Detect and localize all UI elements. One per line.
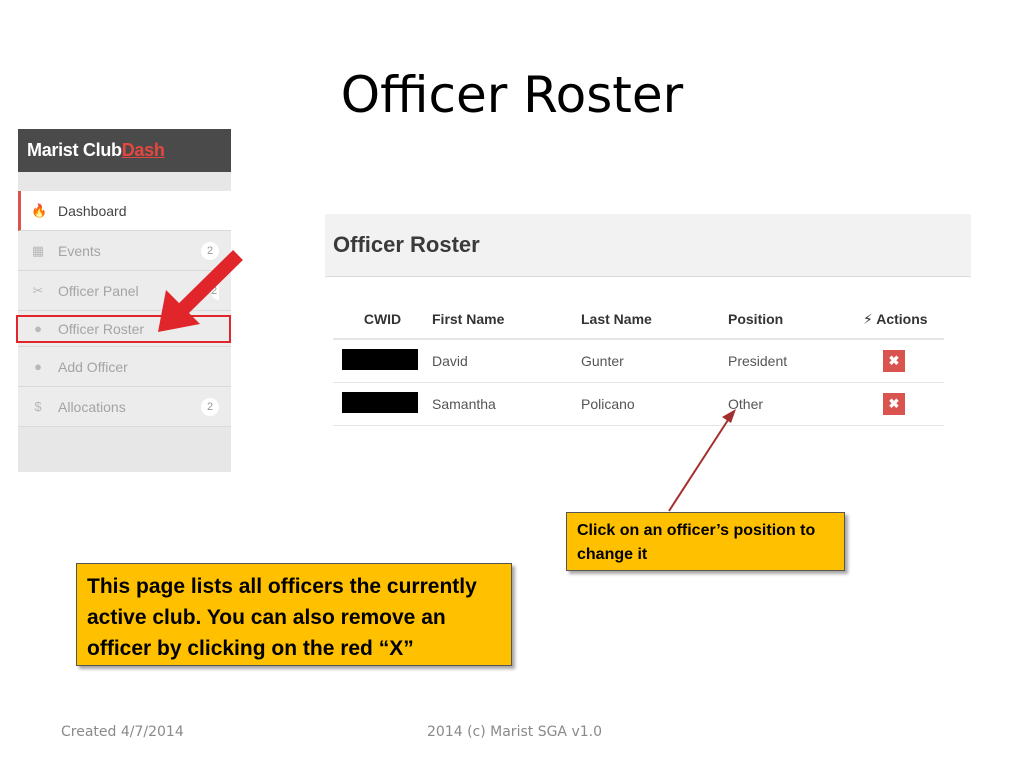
sidebar-item-label: Add Officer (58, 358, 128, 375)
officer-roster-table: CWID First Name Last Name Position ⚡ Act… (333, 300, 944, 426)
first-name-cell: David (432, 339, 581, 383)
brand-accent: Dash (121, 140, 165, 160)
position-cell[interactable]: President (728, 339, 863, 383)
column-header-actions: ⚡ Actions (863, 300, 944, 340)
officer-panel-count-badge: 2 (211, 282, 219, 300)
sidebar-item-dashboard[interactable]: 🔥 Dashboard (18, 191, 231, 231)
sidebar-item-allocations[interactable]: $ Allocations 2 (18, 387, 231, 427)
slide-title: Officer Roster (340, 66, 684, 124)
panel-title: Officer Roster (333, 232, 480, 257)
sidebar-item-events[interactable]: ▦ Events 2 (18, 231, 231, 271)
column-header-position: Position (728, 300, 863, 340)
position-callout: Click on an officer’s position to change… (566, 512, 845, 571)
sidebar: Marist ClubDash 🔥 Dashboard ▦ Events 2 ✂… (18, 129, 231, 472)
delete-officer-button[interactable]: ✖ (883, 350, 905, 372)
table-header-row: CWID First Name Last Name Position ⚡ Act… (333, 300, 944, 340)
officer-roster-highlight (16, 315, 231, 343)
last-name-cell: Gunter (581, 339, 728, 383)
column-header-first-name: First Name (432, 300, 581, 340)
actions-label: Actions (876, 310, 928, 327)
bolt-icon: ⚡ (863, 310, 873, 327)
column-header-last-name: Last Name (581, 300, 728, 340)
delete-officer-button[interactable]: ✖ (883, 393, 905, 415)
brand-logo[interactable]: Marist ClubDash (18, 129, 231, 172)
table-row: David Gunter President ✖ (333, 339, 944, 383)
first-name-cell: Samantha (432, 382, 581, 426)
dollar-icon: $ (34, 399, 42, 414)
footer-created-date: Created 4/7/2014 (61, 724, 184, 740)
sidebar-item-label: Events (58, 242, 101, 259)
brand-main: Marist Club (27, 140, 122, 160)
wrench-icon: ✂ (32, 282, 44, 298)
last-name-cell: Policano (581, 382, 728, 426)
position-cell[interactable]: Other (728, 382, 863, 426)
panel-header: Officer Roster (325, 214, 971, 277)
column-header-cwid: CWID (333, 300, 432, 340)
events-count-badge: 2 (201, 242, 219, 260)
footer-copyright: 2014 (c) Marist SGA v1.0 (427, 724, 602, 740)
sidebar-item-label: Dashboard (58, 202, 127, 219)
sidebar-item-add-officer[interactable]: ● Add Officer (18, 347, 231, 387)
calendar-icon: ▦ (31, 242, 45, 258)
table-row: Samantha Policano Other ✖ (333, 382, 944, 426)
info-callout: This page lists all officers the current… (76, 563, 512, 666)
add-user-icon: ● (34, 359, 42, 374)
fire-icon: 🔥 (31, 202, 48, 218)
sidebar-item-officer-panel[interactable]: ✂ Officer Panel 2 (18, 271, 231, 311)
allocations-count-badge: 2 (201, 398, 219, 416)
sidebar-item-label: Allocations (58, 398, 126, 415)
redacted-cwid (342, 392, 418, 413)
redacted-cwid (342, 349, 418, 370)
sidebar-item-label: Officer Panel (58, 282, 139, 299)
